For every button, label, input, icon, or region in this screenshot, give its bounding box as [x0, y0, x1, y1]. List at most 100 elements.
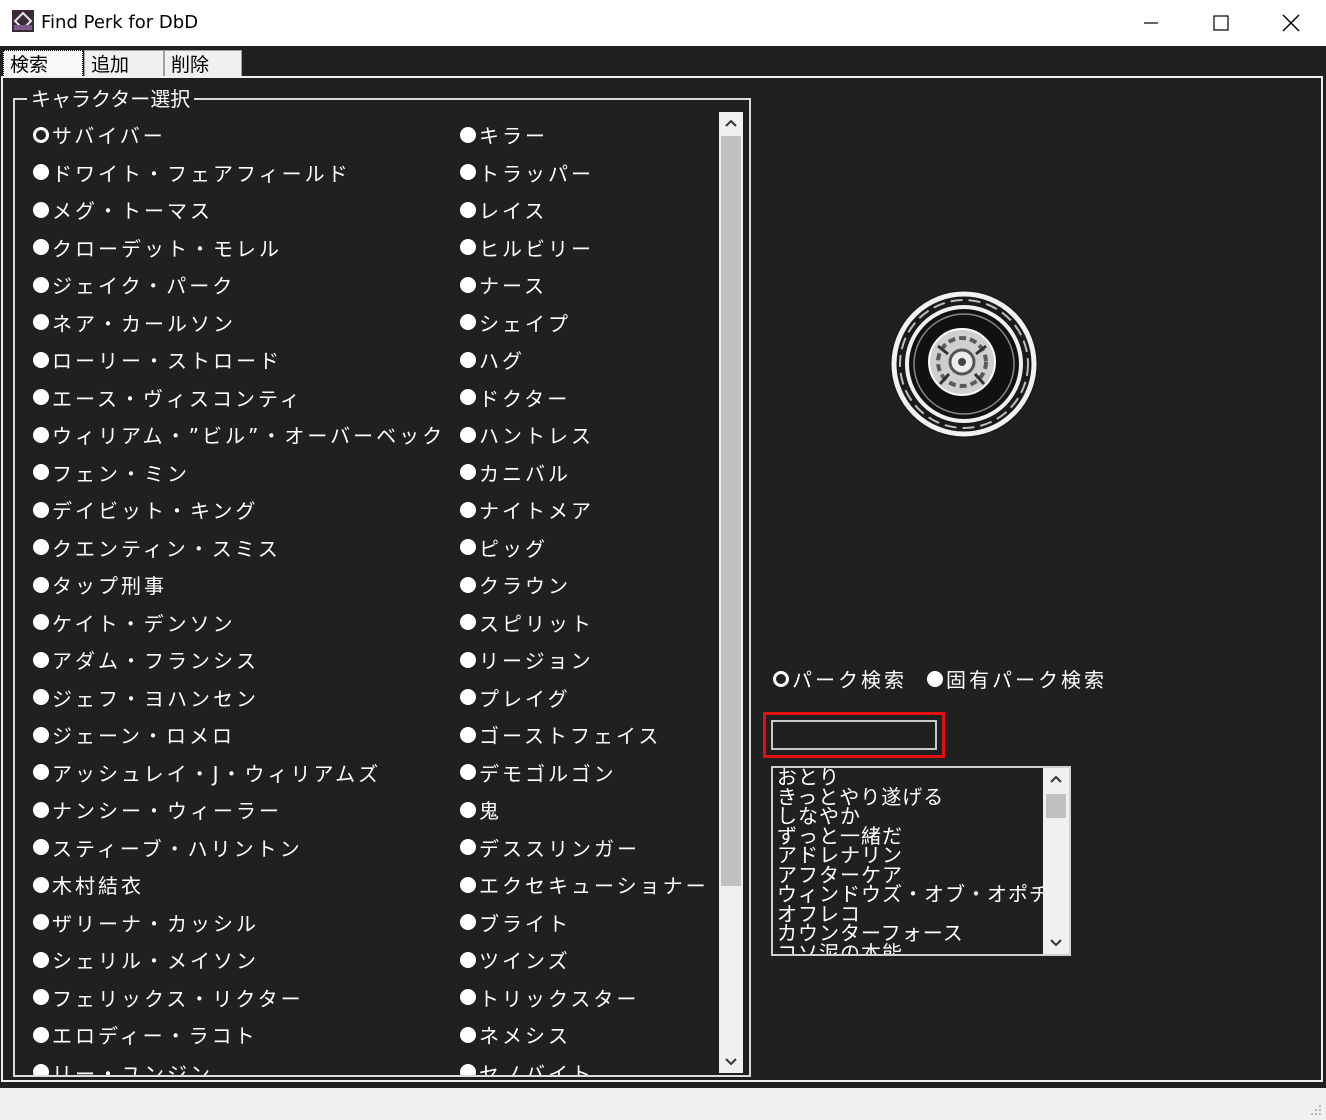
radio-survivors-15[interactable]: ジェフ・ヨハンセン — [33, 683, 259, 712]
radio-survivors-6[interactable]: ローリー・ストロード — [33, 345, 282, 374]
perk-list-item[interactable]: コソ泥の本能 — [773, 943, 1069, 954]
radio-killers-8[interactable]: ハントレス — [460, 420, 594, 449]
radio-killers-24[interactable]: ネメシス — [460, 1020, 571, 1049]
radio-killers-20[interactable]: エクセキューショナー — [460, 870, 709, 899]
scroll-thumb[interactable] — [721, 136, 741, 886]
radio-survivors-2[interactable]: メグ・トーマス — [33, 195, 213, 224]
radio-killers-5[interactable]: シェイプ — [460, 308, 571, 337]
radio-survivors-5[interactable]: ネア・カールソン — [33, 308, 236, 337]
character-radio-list: サバイバードワイト・フェアフィールドメグ・トーマスクローデット・モレルジェイク・… — [15, 100, 717, 1075]
radio-survivors-9[interactable]: フェン・ミン — [33, 458, 190, 487]
radio-perk-search[interactable]: パーク検索 — [773, 664, 907, 693]
close-button[interactable] — [1256, 0, 1326, 46]
radio-survivors-24[interactable]: エロディー・ラコト — [33, 1020, 258, 1049]
radio-killers-2[interactable]: レイス — [460, 195, 547, 224]
radio-killers-22[interactable]: ツインズ — [460, 945, 571, 974]
minimize-button[interactable] — [1116, 0, 1186, 46]
radio-survivors-25[interactable]: リー・ユンジン — [33, 1058, 213, 1075]
perk-scroll-up-arrow-icon[interactable] — [1043, 768, 1069, 790]
radio-survivors-11[interactable]: クエンティン・スミス — [33, 533, 281, 562]
radio-label: 木村結衣 — [52, 874, 144, 898]
radio-dot — [33, 126, 49, 143]
radio-killers-17[interactable]: デモゴルゴン — [460, 758, 617, 787]
radio-survivors-8[interactable]: ウィリアム・”ビル”・オーバーベック — [33, 420, 445, 449]
radio-dot — [460, 651, 476, 668]
perk-list-scrollbar[interactable] — [1043, 768, 1069, 954]
radio-survivors-23[interactable]: フェリックス・リクター — [33, 983, 304, 1012]
radio-survivors-17[interactable]: アッシュレイ・J・ウィリアムズ — [33, 758, 381, 787]
radio-survivors-21[interactable]: ザリーナ・カッシル — [33, 908, 259, 937]
radio-dot — [460, 501, 476, 518]
radio-killers-9[interactable]: カニバル — [460, 458, 571, 487]
radio-killers-23[interactable]: トリックスター — [460, 983, 639, 1012]
radio-killers-3[interactable]: ヒルビリー — [460, 233, 594, 262]
radio-survivors-20[interactable]: 木村結衣 — [33, 870, 144, 899]
scroll-up-arrow-icon[interactable] — [719, 112, 743, 134]
radio-killers-18[interactable]: 鬼 — [460, 795, 502, 824]
radio-survivors-14[interactable]: アダム・フランシス — [33, 645, 259, 674]
radio-killers-19[interactable]: デススリンガー — [460, 833, 640, 862]
radio-survivors-13[interactable]: ケイト・デンソン — [33, 608, 236, 637]
radio-label: ブライト — [479, 911, 571, 936]
radio-survivors-22[interactable]: シェリル・メイソン — [33, 945, 259, 974]
radio-survivors-18[interactable]: ナンシー・ウィーラー — [33, 795, 282, 824]
radio-dot — [33, 914, 49, 930]
radio-label: デモゴルゴン — [479, 761, 617, 786]
radio-killers-13[interactable]: スピリット — [460, 608, 594, 637]
radio-killers-0[interactable]: キラー — [460, 120, 548, 149]
radio-survivors-3[interactable]: クローデット・モレル — [33, 233, 282, 262]
radio-dot — [460, 689, 476, 705]
radio-label: タップ刑事 — [52, 574, 167, 598]
radio-survivors-1[interactable]: ドワイト・フェアフィールド — [33, 158, 351, 187]
character-list-scrollbar[interactable] — [719, 112, 743, 1073]
radio-killers-15[interactable]: プレイグ — [460, 683, 571, 712]
radio-killers-14[interactable]: リージョン — [460, 645, 594, 674]
radio-label: ザリーナ・カッシル — [52, 911, 259, 936]
perk-listbox[interactable]: おとり きっとやり遂げる しなやか ずっと一緒だ アドレナリン アフターケア ウィンドウズ・… — [771, 766, 1071, 956]
radio-dot — [460, 351, 476, 368]
close-icon — [1282, 14, 1300, 32]
radio-survivors-0[interactable]: サバイバー — [33, 120, 166, 149]
radio-killers-4[interactable]: ナース — [460, 270, 547, 299]
radio-survivors-10[interactable]: デイビット・キング — [33, 495, 258, 524]
radio-label: セノバイト — [479, 1061, 594, 1076]
main-area: 検索 追加 削除 キャラクター選択 サバイバー ドワイト・フェアフィールド メグ・ト… — [0, 46, 1326, 1088]
radio-killers-21[interactable]: ブライト — [460, 908, 571, 937]
perk-scroll-thumb[interactable] — [1046, 794, 1066, 818]
radio-killers-7[interactable]: ドクター — [460, 383, 570, 412]
radio-label: ドワイト・フェアフィールド — [52, 161, 351, 186]
scroll-down-arrow-icon[interactable] — [719, 1051, 743, 1073]
radio-dot — [460, 426, 476, 443]
radio-dot — [460, 164, 476, 180]
radio-dot — [460, 539, 476, 555]
radio-survivors-16[interactable]: ジェーン・ロメロ — [33, 720, 235, 749]
perk-search-input[interactable] — [771, 720, 937, 750]
radio-dot — [33, 989, 49, 1005]
tab-delete[interactable]: 削除 — [164, 50, 242, 78]
radio-dot — [33, 764, 49, 780]
radio-label: クローデット・モレル — [52, 236, 282, 261]
tab-search[interactable]: 検索 — [3, 50, 83, 78]
radio-killers-6[interactable]: ハグ — [460, 345, 525, 374]
radio-label: フェン・ミン — [52, 461, 190, 486]
radio-killers-16[interactable]: ゴーストフェイス — [460, 720, 661, 749]
maximize-icon — [1213, 15, 1229, 31]
tab-add[interactable]: 追加 — [84, 50, 164, 78]
perk-scroll-down-arrow-icon[interactable] — [1043, 932, 1069, 954]
radio-killers-10[interactable]: ナイトメア — [460, 495, 594, 524]
radio-label: アッシュレイ・J・ウィリアムズ — [52, 761, 382, 786]
radio-survivors-7[interactable]: エース・ヴィスコンティ — [33, 383, 303, 412]
radio-dot — [460, 1026, 476, 1043]
radio-survivors-19[interactable]: スティーブ・ハリントン — [33, 833, 303, 862]
radio-unique-perk-search[interactable]: 固有パーク検索 — [927, 664, 1107, 693]
radio-killers-11[interactable]: ピッグ — [460, 533, 548, 562]
radio-dot — [460, 464, 476, 480]
resize-grip-icon[interactable] — [1310, 1104, 1322, 1116]
radio-label: ウィリアム・”ビル”・オーバーベック — [52, 424, 446, 448]
radio-killers-1[interactable]: トラッパー — [460, 158, 594, 187]
radio-survivors-4[interactable]: ジェイク・パーク — [33, 270, 235, 299]
radio-survivors-12[interactable]: タップ刑事 — [33, 570, 167, 599]
radio-killers-25[interactable]: セノバイト — [460, 1058, 594, 1076]
radio-killers-12[interactable]: クラウン — [460, 570, 571, 599]
maximize-button[interactable] — [1186, 0, 1256, 46]
